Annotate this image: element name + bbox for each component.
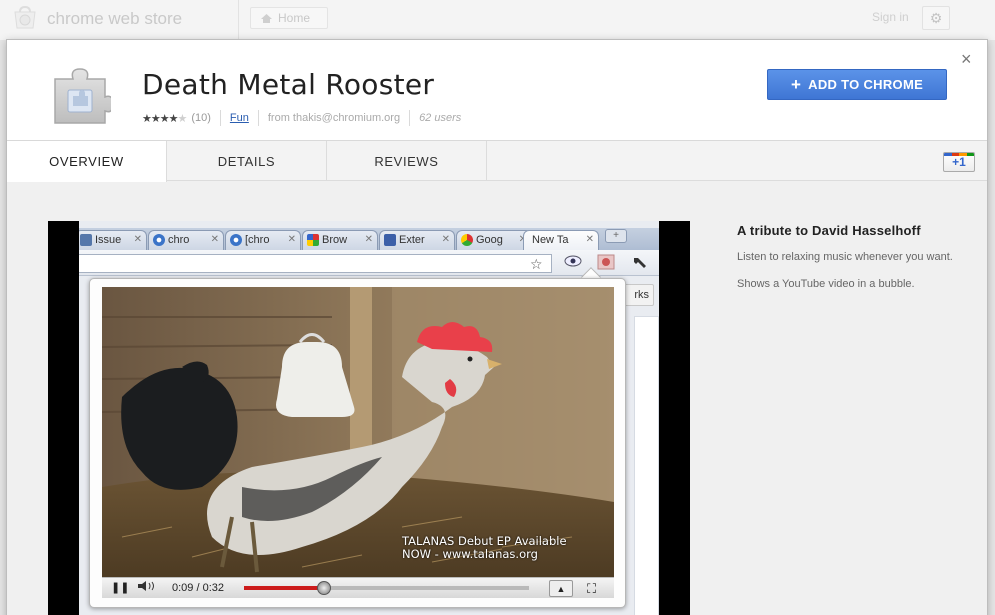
- close-icon: ✕: [585, 234, 594, 245]
- home-label: Home: [278, 11, 311, 25]
- extension-meta: ★★★★★ (10) Fun from thakis@chromium.org …: [142, 110, 461, 126]
- description-title: A tribute to David Hasselhoff: [737, 223, 921, 238]
- tab-reviews[interactable]: REVIEWS: [327, 141, 487, 181]
- seek-bar: [244, 581, 529, 595]
- description-paragraph: Shows a YouTube video in a bubble.: [737, 278, 915, 290]
- tab-bar: OVERVIEW DETAILS REVIEWS +1: [7, 141, 987, 182]
- dialog-header: Death Metal Rooster ★★★★★ (10) Fun from …: [7, 40, 987, 141]
- seek-knob: [316, 581, 331, 595]
- tab-details[interactable]: DETAILS: [167, 141, 327, 181]
- issue-icon: [80, 234, 92, 246]
- sign-in-link[interactable]: Sign in: [872, 10, 909, 24]
- user-count: 62 users: [419, 112, 462, 124]
- video-caption: TALANAS Debut EP Available NOW - www.tala…: [402, 535, 567, 561]
- plus-icon: +: [790, 75, 802, 94]
- rooster-extension-icon: [596, 254, 616, 272]
- new-tab-icon: +: [605, 229, 627, 243]
- description-paragraph: Listen to relaxing music whenever you wa…: [737, 251, 953, 263]
- fullscreen-icon: ⛶: [587, 581, 597, 596]
- chromium-icon: [153, 234, 165, 246]
- close-icon: ✕: [210, 234, 219, 245]
- close-icon: ✕: [364, 234, 373, 245]
- seek-played: [244, 586, 324, 590]
- rating-count: (10): [191, 112, 211, 124]
- browser-tabstrip: Issue✕ chro✕ [chro✕ Brow✕ Exter✕ Goog✕ N…: [79, 228, 659, 250]
- video-caption-line2: NOW - www.talanas.org: [402, 547, 538, 561]
- extension-description: A tribute to David Hasselhoff Listen to …: [737, 223, 967, 292]
- rooster-video[interactable]: TALANAS Debut EP Available NOW - www.tala…: [102, 287, 614, 577]
- volume-icon: [137, 580, 159, 597]
- close-icon: ✕: [441, 234, 450, 245]
- store-header: chrome web store Home Sign in ⚙: [0, 0, 995, 40]
- divider: [219, 110, 221, 126]
- screenshot-browser: Issue✕ chro✕ [chro✕ Brow✕ Exter✕ Goog✕ N…: [79, 221, 659, 615]
- browser-tab: Brow ✕: [302, 230, 378, 250]
- category-link[interactable]: Fun: [230, 112, 249, 124]
- browser-toolbar: ☆: [79, 250, 659, 276]
- browser-tab-active: New Ta ✕: [523, 230, 599, 250]
- browser-tab: Issue ✕: [79, 230, 147, 250]
- wrench-icon: [630, 254, 650, 272]
- browser-tab: Goog✕: [456, 230, 532, 250]
- chrome-icon: [461, 234, 473, 246]
- expand-up-icon: ▲: [549, 580, 573, 597]
- chrome-web-store-logo: [14, 6, 36, 29]
- google-plus-one-button[interactable]: +1: [943, 152, 975, 172]
- extension-title: Death Metal Rooster: [142, 68, 435, 101]
- close-icon: ✕: [287, 234, 296, 245]
- pause-icon: ❚❚: [111, 582, 130, 594]
- puzzle-piece-icon: [54, 68, 111, 124]
- close-icon: ✕: [133, 234, 142, 245]
- eye-icon: [563, 254, 583, 272]
- plus-one-color-bar: [944, 153, 974, 156]
- divider: [238, 0, 239, 40]
- home-breadcrumb[interactable]: Home: [250, 7, 328, 29]
- divider: [409, 110, 411, 126]
- extension-screenshot[interactable]: Issue✕ chro✕ [chro✕ Brow✕ Exter✕ Goog✕ N…: [48, 221, 690, 615]
- chromium-icon: [230, 234, 242, 246]
- browser-tab: Exter ✕: [379, 230, 455, 250]
- video-time: 0:09 / 0:32: [172, 582, 224, 594]
- author-text: from thakis@chromium.org: [267, 112, 401, 124]
- video-controls: ❚❚ 0:09 / 0:32 ▲ ⛶: [102, 577, 614, 598]
- settings-gear-icon[interactable]: ⚙: [922, 6, 950, 30]
- store-title[interactable]: chrome web store: [47, 9, 182, 29]
- video-bubble: TALANAS Debut EP Available NOW - www.tala…: [89, 278, 626, 608]
- tab-overview[interactable]: OVERVIEW: [7, 141, 167, 182]
- page-background: [634, 316, 659, 615]
- omnibox: ☆: [79, 254, 552, 273]
- extension-detail-dialog: Death Metal Rooster ★★★★★ (10) Fun from …: [6, 39, 988, 615]
- close-icon[interactable]: ×: [961, 49, 972, 70]
- browser-tab: [chro ✕: [225, 230, 301, 250]
- add-to-chrome-label: ADD TO CHROME: [808, 77, 924, 92]
- home-icon: [261, 14, 272, 23]
- browser-icon: [307, 234, 319, 246]
- rating-stars: ★★★★★: [142, 112, 187, 125]
- puzzle-icon: [384, 234, 396, 246]
- add-to-chrome-button[interactable]: + ADD TO CHROME: [767, 69, 947, 100]
- plus-one-label: +1: [952, 155, 966, 169]
- divider: [257, 110, 259, 126]
- star-icon: ☆: [530, 256, 543, 272]
- browser-tab: chro ✕: [148, 230, 224, 250]
